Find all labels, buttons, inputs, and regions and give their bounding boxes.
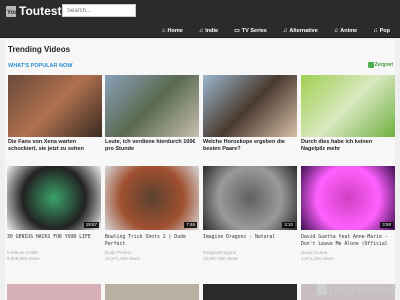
video-card[interactable]: 7:46 Bowling Trick Shots 2 | Dude Perfec… bbox=[105, 166, 199, 261]
zergnet-icon bbox=[367, 62, 374, 68]
video-thumbnail[interactable] bbox=[7, 284, 101, 300]
pagepeeker-logo-icon bbox=[317, 283, 328, 295]
tv-icon: ▭ bbox=[234, 28, 240, 34]
duration-badge: 3:10 bbox=[282, 222, 295, 228]
youtube-icon: You bbox=[6, 5, 16, 17]
video-card[interactable]: 3:58 David Guetta feat Anne-Marie - Don'… bbox=[301, 166, 395, 261]
promo-image[interactable] bbox=[105, 75, 199, 137]
promo-caption[interactable]: Welche Horoskope ergeben die besten Paar… bbox=[203, 139, 297, 153]
video-views: 10,857,380 views bbox=[203, 256, 239, 261]
nav-home[interactable]: ⌂ Home bbox=[162, 27, 183, 34]
nav-label: Anime bbox=[340, 27, 358, 34]
video-title[interactable]: Bowling Trick Shots 2 | Dude Perfect bbox=[105, 234, 199, 248]
duration-badge: 3:58 bbox=[380, 222, 393, 228]
video-thumbnail[interactable] bbox=[203, 284, 297, 300]
promo-image[interactable] bbox=[203, 75, 297, 137]
nav-label: Alternative bbox=[289, 27, 318, 34]
sponsor-name: Zergnet bbox=[374, 62, 393, 68]
watermark-text: pagepeeker bbox=[329, 282, 396, 296]
music-note-icon: ♫ bbox=[198, 27, 204, 34]
video-title[interactable]: Imagine Dragons - Natural bbox=[203, 234, 297, 248]
video-thumbnail[interactable]: 19:57 bbox=[7, 166, 101, 230]
home-icon: ⌂ bbox=[161, 27, 166, 34]
nav-alternative[interactable]: ♫ Alternative bbox=[283, 27, 318, 34]
duration-badge: 19:57 bbox=[83, 222, 99, 228]
top-navbar: You Toutestin ⌂ Home ♫ Indie ▭ TV Series… bbox=[0, 0, 400, 38]
music-note-icon: ♫ bbox=[373, 27, 378, 34]
nav-label: Indie bbox=[205, 27, 219, 34]
video-card[interactable]: 19:57 30 GENIUS HACKS FOR YOUR LIFE 5-Mi… bbox=[7, 166, 101, 261]
nav-anime[interactable]: ♫ Anime bbox=[334, 27, 357, 34]
nav-label: TV Series bbox=[241, 27, 267, 34]
video-title[interactable]: 30 GENIUS HACKS FOR YOUR LIFE bbox=[7, 234, 101, 248]
promo-caption[interactable]: Leute, ich verdiene hierdurch 100€ pro S… bbox=[105, 139, 199, 153]
main-nav: ⌂ Home ♫ Indie ▭ TV Series ♫ Alternative… bbox=[162, 27, 390, 35]
video-thumbnail[interactable]: 7:46 bbox=[105, 166, 199, 230]
video-thumbnail[interactable]: 3:10 bbox=[203, 166, 297, 230]
video-channel[interactable]: Dude Perfect bbox=[105, 250, 199, 255]
nav-label: Home bbox=[167, 27, 183, 34]
duration-badge: 7:46 bbox=[184, 222, 197, 228]
nav-tv-series[interactable]: ▭ TV Series bbox=[234, 27, 267, 35]
promo-caption[interactable]: Die Fans von Xena warten schockiert, sie… bbox=[8, 139, 102, 153]
main-content: Trending Videos WHAT'S POPULAR NOW Zergn… bbox=[5, 40, 395, 300]
video-views: 10,871,409 views bbox=[105, 256, 141, 261]
music-note-icon: ♫ bbox=[333, 27, 339, 34]
video-thumbnail[interactable] bbox=[105, 284, 199, 300]
video-views: 9,859,938 views bbox=[7, 256, 40, 261]
promo-image[interactable] bbox=[8, 75, 102, 137]
video-card[interactable]: 3:10 Imagine Dragons - Natural ImagineDr… bbox=[203, 166, 297, 261]
video-thumbnail[interactable]: 3:58 bbox=[301, 166, 395, 230]
nav-pop[interactable]: ♫ Pop bbox=[373, 27, 390, 34]
nav-label: Pop bbox=[379, 27, 390, 34]
promo-card[interactable]: Leute, ich verdiene hierdurch 100€ pro S… bbox=[105, 75, 199, 153]
music-note-icon: ♫ bbox=[282, 27, 288, 34]
video-channel[interactable]: ImagineDragons bbox=[203, 250, 297, 255]
promo-card[interactable]: Durch dies habe ich keinen Nagelpilz meh… bbox=[301, 75, 395, 153]
video-title[interactable]: David Guetta feat Anne-Marie - Don't Lea… bbox=[301, 234, 395, 248]
promo-caption[interactable]: Durch dies habe ich keinen Nagelpilz meh… bbox=[301, 139, 395, 153]
pagepeeker-watermark: pagepeeker bbox=[317, 282, 396, 296]
promo-card[interactable]: Welche Horoskope ergeben die besten Paar… bbox=[203, 75, 297, 153]
video-views: 1,571,245 views bbox=[301, 256, 334, 261]
video-channel[interactable]: 5-Minute Crafts bbox=[7, 250, 101, 255]
page-title: Trending Videos bbox=[8, 45, 71, 54]
promo-image[interactable] bbox=[301, 75, 395, 137]
search-input[interactable] bbox=[62, 4, 136, 17]
promo-card[interactable]: Die Fans von Xena warten schockiert, sie… bbox=[8, 75, 102, 153]
svg-text:You: You bbox=[7, 10, 16, 16]
video-channel[interactable]: David Guetta bbox=[301, 250, 395, 255]
nav-indie[interactable]: ♫ Indie bbox=[199, 27, 218, 34]
sponsor-logo[interactable]: Zergnet bbox=[367, 62, 393, 68]
popular-section-label: WHAT'S POPULAR NOW bbox=[8, 63, 73, 69]
